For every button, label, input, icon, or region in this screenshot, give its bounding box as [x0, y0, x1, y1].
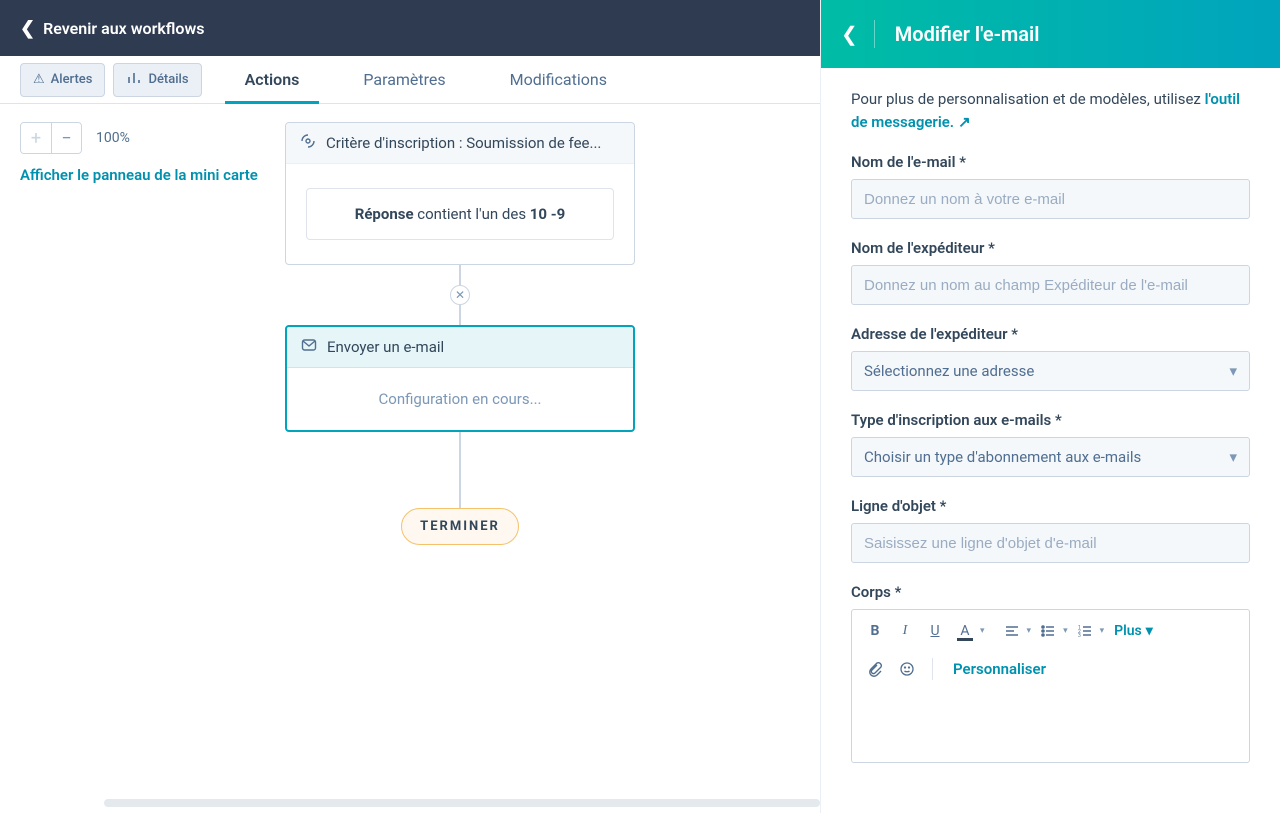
tabbar: ⚠ Alertes Détails Actions Paramètres Mod… [0, 56, 820, 104]
show-minimap-link[interactable]: Afficher le panneau de la mini carte [20, 166, 258, 184]
connector-line [459, 305, 461, 325]
chevron-down-icon[interactable]: ▾ [1027, 626, 1032, 636]
sender-name-label: Nom de l'expéditeur * [851, 239, 1250, 257]
filter-value: 10 -9 [530, 205, 565, 223]
attachment-button[interactable] [862, 656, 888, 682]
remove-connection-button[interactable]: ✕ [450, 285, 470, 305]
horizontal-scrollbar[interactable] [104, 799, 820, 807]
panel-intro: Pour plus de personnalisation et de modè… [851, 88, 1250, 133]
numbered-list-button[interactable]: 123 [1072, 618, 1098, 644]
italic-button[interactable]: I [892, 618, 918, 644]
email-header-text: Envoyer un e-mail [327, 338, 444, 356]
main-workflow-area: ❮ Revenir aux workflows ⚠ Alertes Détail… [0, 0, 820, 813]
zoom-controls: + − [20, 122, 82, 154]
details-label: Détails [148, 72, 188, 87]
intro-text: Pour plus de personnalisation et de modè… [851, 90, 1205, 108]
panel-title: Modifier l'e-mail [895, 22, 1040, 46]
filter-operator: contient l'un des [414, 205, 530, 223]
connector-line [459, 432, 461, 488]
satellite-icon [300, 133, 316, 153]
connector-line [459, 488, 461, 508]
subscription-type-select[interactable]: Choisir un type d'abonnement aux e-mails… [851, 437, 1250, 477]
rte-toolbar: B I U A▾ ▾ ▾ 123 ▾ P [852, 610, 1249, 652]
underline-button[interactable]: U [922, 618, 948, 644]
subject-label: Ligne d'objet * [851, 497, 1250, 515]
send-email-node[interactable]: Envoyer un e-mail Configuration en cours… [285, 325, 635, 432]
back-label: Revenir aux workflows [43, 19, 204, 38]
trigger-node[interactable]: Critère d'inscription : Soumission de fe… [285, 122, 635, 265]
external-link-icon: ↗ [958, 113, 971, 131]
trigger-node-header: Critère d'inscription : Soumission de fe… [286, 123, 634, 164]
emoji-button[interactable] [894, 656, 920, 682]
tabs: Actions Paramètres Modifications [237, 56, 615, 103]
details-button[interactable]: Détails [113, 63, 201, 97]
trigger-header-text: Critère d'inscription : Soumission de fe… [326, 134, 601, 152]
sender-address-select[interactable]: Sélectionnez une adresse ▾ [851, 351, 1250, 391]
sender-address-placeholder: Sélectionnez une adresse [864, 362, 1034, 380]
sender-name-input[interactable] [851, 265, 1250, 305]
subject-input[interactable] [851, 523, 1250, 563]
alerts-label: Alertes [51, 72, 93, 87]
text-color-button[interactable]: A [952, 618, 978, 644]
email-name-label: Nom de l'e-mail * [851, 153, 1250, 171]
tab-actions[interactable]: Actions [237, 56, 308, 103]
zoom-level: 100% [96, 130, 130, 146]
email-node-status: Configuration en cours... [287, 368, 633, 430]
email-node-header: Envoyer un e-mail [287, 327, 633, 368]
panel-header: ❮ Modifier l'e-mail [821, 0, 1280, 68]
email-name-input[interactable] [851, 179, 1250, 219]
back-to-workflows-button[interactable]: ❮ Revenir aux workflows [20, 18, 205, 39]
connector-line [459, 265, 461, 285]
zoom-out-button[interactable]: − [51, 123, 81, 153]
topbar: ❮ Revenir aux workflows [0, 0, 820, 56]
subscription-type-label: Type d'inscription aux e-mails * [851, 411, 1250, 429]
chevron-down-icon[interactable]: ▾ [1063, 626, 1068, 636]
personalize-button[interactable]: Personnaliser [953, 660, 1046, 678]
chevron-down-icon[interactable]: ▾ [1100, 626, 1105, 636]
chevron-left-icon: ❮ [20, 18, 35, 39]
alerts-button[interactable]: ⚠ Alertes [20, 63, 105, 97]
bulleted-list-button[interactable] [1035, 618, 1061, 644]
filter-property: Réponse [355, 205, 414, 223]
body-label: Corps * [851, 583, 1250, 601]
edit-email-panel: ❮ Modifier l'e-mail Pour plus de personn… [820, 0, 1280, 813]
rte-editor: B I U A▾ ▾ ▾ 123 ▾ P [851, 609, 1250, 763]
trigger-filter[interactable]: Réponse contient l'un des 10 -9 [306, 188, 614, 240]
align-button[interactable] [999, 618, 1025, 644]
tab-modifications[interactable]: Modifications [502, 56, 615, 103]
more-formatting-button[interactable]: Plus ▾ [1108, 623, 1159, 639]
subscription-type-placeholder: Choisir un type d'abonnement aux e-mails [864, 448, 1141, 466]
separator [932, 658, 933, 680]
svg-text:3: 3 [1078, 633, 1081, 639]
alert-icon: ⚠ [33, 72, 45, 87]
zoom-in-button[interactable]: + [21, 123, 51, 153]
rte-textarea[interactable] [852, 692, 1249, 762]
end-node[interactable]: TERMINER [401, 508, 519, 545]
envelope-icon [301, 337, 317, 357]
chevron-down-icon: ▾ [1229, 362, 1237, 380]
rte-toolbar-row2: Personnaliser [852, 652, 1249, 692]
panel-back-button[interactable]: ❮ [841, 20, 875, 48]
sender-address-label: Adresse de l'expéditeur * [851, 325, 1250, 343]
bold-button[interactable]: B [862, 618, 888, 644]
workflow-canvas[interactable]: + − 100% Afficher le panneau de la mini … [0, 104, 820, 813]
tab-settings[interactable]: Paramètres [355, 56, 453, 103]
chevron-down-icon[interactable]: ▾ [980, 626, 985, 636]
chart-icon [126, 70, 142, 90]
chevron-down-icon: ▾ [1146, 623, 1153, 639]
chevron-down-icon: ▾ [1229, 448, 1237, 466]
